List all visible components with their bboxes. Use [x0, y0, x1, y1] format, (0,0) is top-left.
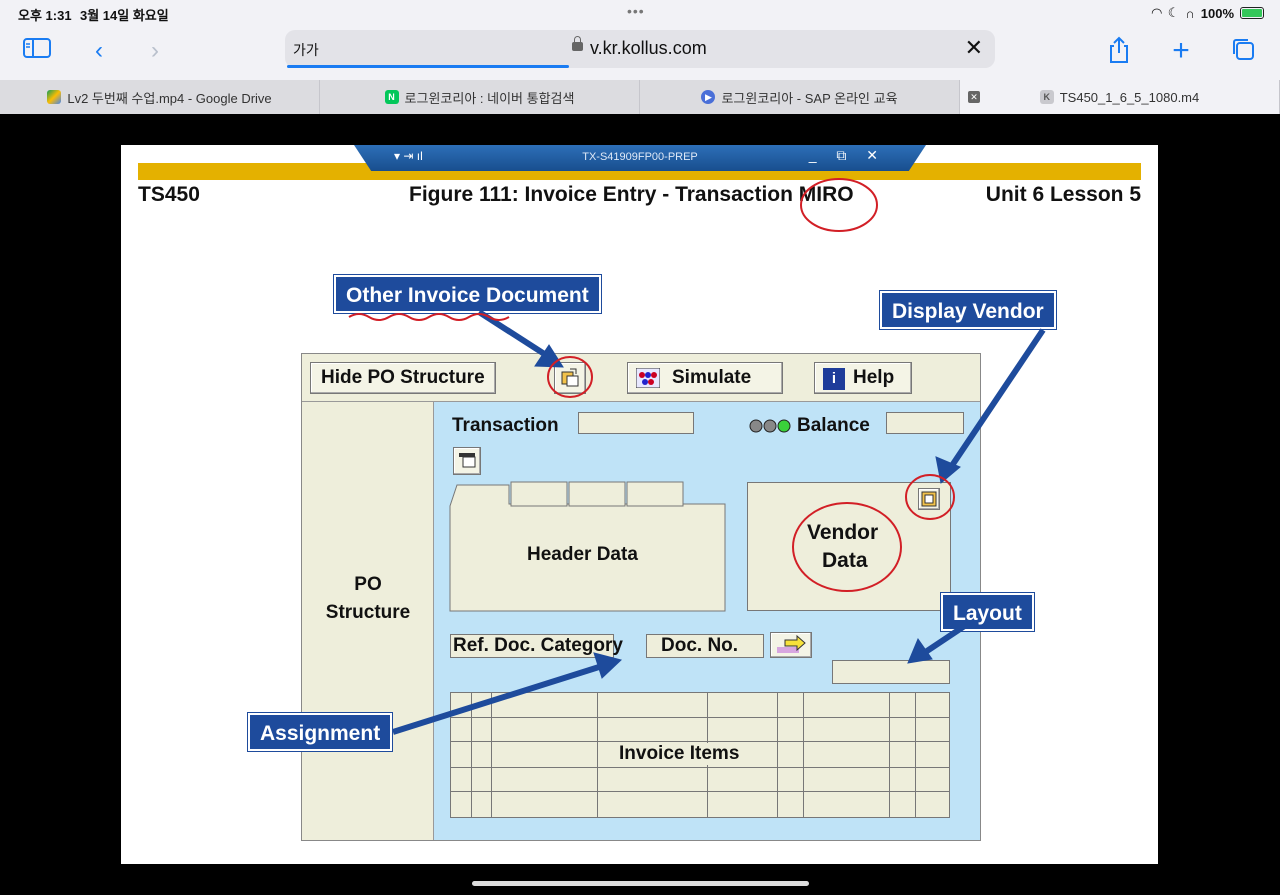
home-indicator[interactable]: [472, 881, 809, 886]
wifi-icon: ◠: [1151, 5, 1162, 20]
kollus-icon: K: [1039, 90, 1054, 104]
back-icon[interactable]: ‹: [82, 36, 116, 66]
lock-icon: [572, 36, 583, 51]
tabs-overview-icon[interactable]: [1226, 36, 1260, 66]
status-bar: 오후 1:31 3월 14일 화요일 ••• ◠ ☾ ∩ 100%: [0, 0, 1280, 26]
status-time: 오후 1:31: [18, 8, 72, 23]
tab-label: 로그윈코리아 : 네이버 통합검색: [404, 90, 575, 106]
red-pen-marks: [348, 178, 955, 592]
new-tab-icon[interactable]: +: [1164, 36, 1198, 66]
text-size-button[interactable]: 가가: [293, 40, 319, 60]
lecture-slide: ▾ ⇥ ıl TX-S41909FP00-PREP _ ⧉ ✕ TS450 Fi…: [121, 145, 1158, 864]
battery-icon: [1240, 7, 1264, 19]
tab-naver-search[interactable]: N 로그윈코리아 : 네이버 통합검색: [320, 80, 640, 114]
sidebar-toggle-icon[interactable]: [20, 36, 54, 66]
tab-label: TS450_1_6_5_1080.m4: [1059, 89, 1200, 105]
share-icon[interactable]: [1102, 36, 1136, 66]
annotation-overlay: [348, 178, 1046, 735]
multitasking-dots-icon[interactable]: •••: [627, 3, 645, 19]
play-icon: ▶: [701, 90, 716, 104]
browser-toolbar: ‹ › 가가 v.kr.kollus.com ✕ +: [0, 26, 1280, 80]
address-bar[interactable]: 가가 v.kr.kollus.com ✕: [285, 30, 995, 68]
battery-percent: 100%: [1200, 5, 1234, 21]
do-not-disturb-icon: ☾: [1167, 5, 1180, 20]
tab-label: Lv2 두번째 수업.mp4 - Google Drive: [67, 90, 272, 106]
headphones-icon: ∩: [1185, 5, 1195, 21]
close-tab-icon[interactable]: ✕: [968, 91, 980, 103]
status-date: 3월 14일 화요일: [80, 8, 169, 23]
google-drive-icon: [47, 90, 62, 104]
page-load-progress: [287, 65, 569, 68]
status-indicators: ◠ ☾ ∩ 100%: [1152, 5, 1264, 21]
url-text[interactable]: v.kr.kollus.com: [590, 38, 707, 59]
tab-label: 로그윈코리아 - SAP 온라인 교육: [721, 90, 898, 106]
video-player[interactable]: ▾ ⇥ ıl TX-S41909FP00-PREP _ ⧉ ✕ TS450 Fi…: [0, 114, 1280, 895]
stop-loading-icon[interactable]: ✕: [965, 35, 983, 61]
tab-bar: Lv2 두번째 수업.mp4 - Google Drive N 로그윈코리아 :…: [0, 80, 1280, 114]
naver-icon: N: [384, 90, 399, 104]
tab-sap-course[interactable]: ▶ 로그윈코리아 - SAP 온라인 교육: [640, 80, 960, 114]
tab-google-drive[interactable]: Lv2 두번째 수업.mp4 - Google Drive: [0, 80, 320, 114]
tab-video-active[interactable]: ✕ K TS450_1_6_5_1080.m4: [960, 80, 1280, 114]
forward-icon[interactable]: ›: [138, 36, 172, 66]
callout-arrows: [392, 309, 1046, 735]
